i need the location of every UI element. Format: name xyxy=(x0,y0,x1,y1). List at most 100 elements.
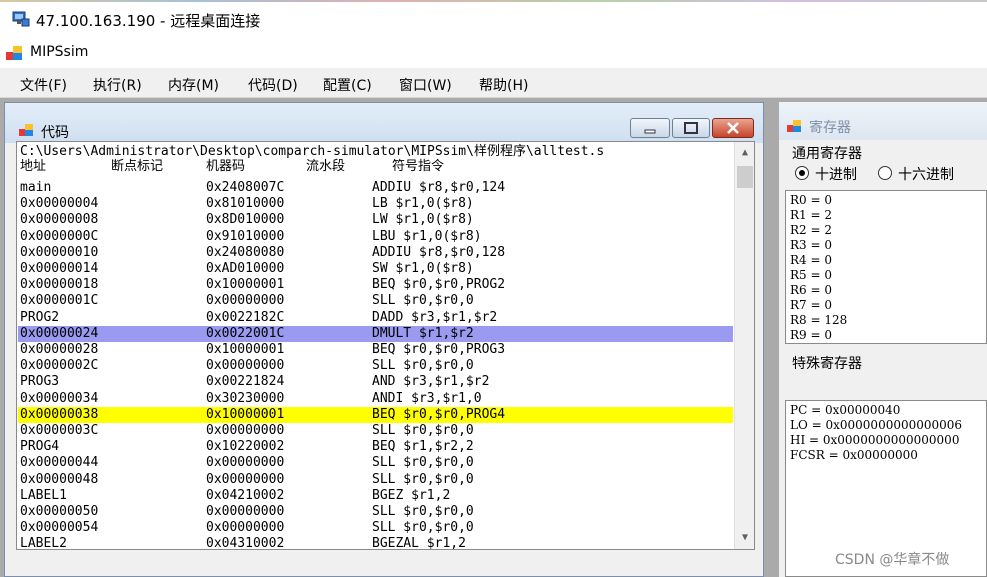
code-row[interactable]: 0x0000000C 0x91010000 LBU $r1,0($r8) xyxy=(18,229,733,245)
code-row[interactable]: 0x00000034 0x30230000 ANDI $r3,$r1,0 xyxy=(18,391,733,407)
file-path: C:\Users\Administrator\Desktop\comparch-… xyxy=(20,144,605,159)
code-row[interactable]: 0x00000044 0x00000000 SLL $r0,$r0,0 xyxy=(18,455,733,471)
vertical-scrollbar[interactable]: ▲ ▼ xyxy=(734,142,754,549)
code-window-titlebar: 代码 xyxy=(5,103,763,143)
menu-window[interactable]: 窗口(W) xyxy=(399,75,452,95)
row-address: 0x00000004 xyxy=(20,196,99,212)
radio-decimal[interactable] xyxy=(795,166,809,180)
code-row[interactable]: main 0x2408007C ADDIU $r8,$r0,124 xyxy=(18,180,733,196)
code-row[interactable]: 0x00000008 0x8D010000 LW $r1,0($r8) xyxy=(18,212,733,228)
code-listing[interactable]: C:\Users\Administrator\Desktop\comparch-… xyxy=(16,141,755,550)
special-registers-label: 特殊寄存器 xyxy=(792,356,862,372)
row-instruction: SLL $r0,$r0,0 xyxy=(372,455,474,471)
row-instruction: ANDI $r3,$r1,0 xyxy=(372,390,482,406)
scroll-up-icon[interactable]: ▲ xyxy=(735,144,754,162)
remote-desktop-title: 47.100.163.190 - 远程桌面连接 xyxy=(36,12,261,30)
row-address: 0x0000001C xyxy=(20,293,99,309)
general-register: R7 = 0 xyxy=(790,298,832,312)
menu-memory[interactable]: 内存(M) xyxy=(168,75,219,95)
menu-code[interactable]: 代码(D) xyxy=(248,75,298,95)
row-address: 0x0000000C xyxy=(20,228,99,244)
row-address: 0x00000018 xyxy=(20,277,99,293)
general-register: R1 = 2 xyxy=(790,208,832,222)
row-address: main xyxy=(20,180,52,195)
row-address: 0x00000050 xyxy=(20,504,99,519)
header-breakpoint: 断点标记 xyxy=(111,159,164,174)
row-machine-code: 0x81010000 xyxy=(206,196,285,212)
menu-file[interactable]: 文件(F) xyxy=(20,75,67,95)
menu-config[interactable]: 配置(C) xyxy=(323,75,372,95)
code-row[interactable]: 0x00000028 0x10000001 BEQ $r0,$r0,PROG3 xyxy=(18,342,733,358)
app-icon xyxy=(6,46,22,60)
register-window-title: 寄存器 xyxy=(809,120,851,136)
code-row[interactable]: 0x00000024 0x0022001C DMULT $r1,$r2 xyxy=(18,325,733,342)
row-machine-code: 0x00221824 xyxy=(206,374,285,390)
row-instruction: AND $r3,$r1,$r2 xyxy=(372,374,490,390)
code-row[interactable]: PROG3 0x00221824 AND $r3,$r1,$r2 xyxy=(18,374,733,390)
radio-hex[interactable] xyxy=(878,166,892,180)
header-instruction: 符号指令 xyxy=(392,159,445,174)
minimize-icon xyxy=(644,129,656,134)
general-registers-label: 通用寄存器 xyxy=(792,146,862,162)
row-address: PROG2 xyxy=(20,309,60,325)
row-machine-code: 0x0022182C xyxy=(206,309,285,325)
row-address: PROG4 xyxy=(20,439,60,455)
code-window-title: 代码 xyxy=(41,125,69,141)
code-row[interactable]: 0x00000038 0x10000001 BEQ $r0,$r0,PROG4 xyxy=(18,406,733,423)
code-row[interactable]: LABEL2 0x04310002 BGEZAL $r1,2 xyxy=(18,536,733,549)
row-machine-code: 0x00000000 xyxy=(206,358,285,374)
remote-desktop-icon xyxy=(12,11,30,27)
register-window-titlebar: 寄存器 xyxy=(779,102,987,140)
watermark: CSDN @华章不做 xyxy=(835,552,950,568)
column-headers: 地址 断点标记 机器码 流水段 符号指令 xyxy=(18,159,733,175)
code-row[interactable]: 0x0000003C 0x00000000 SLL $r0,$r0,0 xyxy=(18,423,733,439)
special-register: PC = 0x00000040 xyxy=(790,403,901,417)
row-instruction: SLL $r0,$r0,0 xyxy=(372,423,474,438)
code-row[interactable]: 0x00000048 0x00000000 SLL $r0,$r0,0 xyxy=(18,472,733,488)
code-row[interactable]: LABEL1 0x04210002 BGEZ $r1,2 xyxy=(18,488,733,504)
code-row[interactable]: 0x00000014 0xAD010000 SW $r1,0($r8) xyxy=(18,261,733,277)
menu-help[interactable]: 帮助(H) xyxy=(479,75,528,95)
row-address: 0x00000038 xyxy=(20,406,99,422)
general-register: R3 = 0 xyxy=(790,238,832,252)
row-instruction: DADD $r3,$r1,$r2 xyxy=(372,309,498,325)
general-register: R2 = 2 xyxy=(790,223,832,237)
row-instruction: SLL $r0,$r0,0 xyxy=(372,293,474,309)
row-instruction: LBU $r1,0($r8) xyxy=(372,228,482,244)
code-row[interactable]: 0x0000002C 0x00000000 SLL $r0,$r0,0 xyxy=(18,358,733,374)
row-instruction: ADDIU $r8,$r0,128 xyxy=(372,244,506,260)
row-instruction: SW $r1,0($r8) xyxy=(372,261,474,276)
code-row[interactable]: 0x00000054 0x00000000 SLL $r0,$r0,0 xyxy=(18,520,733,536)
row-machine-code: 0x00000000 xyxy=(206,471,285,487)
general-register: R5 = 0 xyxy=(790,268,832,282)
header-machine-code: 机器码 xyxy=(206,159,246,174)
row-instruction: DMULT $r1,$r2 xyxy=(372,325,474,341)
maximize-button[interactable] xyxy=(672,118,710,138)
general-register: R8 = 128 xyxy=(790,313,848,327)
row-machine-code: 0x2408007C xyxy=(206,180,285,195)
row-address: 0x00000034 xyxy=(20,390,99,406)
row-machine-code: 0x8D010000 xyxy=(206,212,285,228)
general-registers-list[interactable]: R0 = 0 R1 = 2 R2 = 2 R3 = 0 R4 = 0 R5 = 0 R6 =… xyxy=(785,190,987,344)
code-row[interactable]: 0x00000004 0x81010000 LB $r1,0($r8) xyxy=(18,196,733,212)
code-row[interactable]: PROG4 0x10220002 BEQ $r1,$r2,2 xyxy=(18,439,733,455)
code-row[interactable]: 0x00000050 0x00000000 SLL $r0,$r0,0 xyxy=(18,504,733,520)
code-row[interactable]: 0x00000018 0x10000001 BEQ $r0,$r0,PROG2 xyxy=(18,277,733,293)
register-window-icon xyxy=(787,120,801,132)
row-machine-code: 0x00000000 xyxy=(206,504,285,519)
scroll-down-icon[interactable]: ▼ xyxy=(735,529,754,547)
code-row[interactable]: PROG2 0x0022182C DADD $r3,$r1,$r2 xyxy=(18,310,733,326)
row-machine-code: 0x10000001 xyxy=(206,342,285,357)
close-button[interactable] xyxy=(712,118,754,138)
row-address: 0x00000010 xyxy=(20,244,99,260)
scroll-thumb[interactable] xyxy=(737,166,753,188)
menu-run[interactable]: 执行(R) xyxy=(93,75,142,95)
general-register: R9 = 0 xyxy=(790,328,832,342)
code-row[interactable]: 0x0000001C 0x00000000 SLL $r0,$r0,0 xyxy=(18,293,733,309)
minimize-button[interactable] xyxy=(630,118,670,138)
row-address: PROG3 xyxy=(20,374,60,390)
code-row[interactable]: 0x00000010 0x24080080 ADDIU $r8,$r0,128 xyxy=(18,245,733,261)
row-address: LABEL1 xyxy=(20,487,67,503)
row-machine-code: 0x10220002 xyxy=(206,439,285,455)
row-instruction: BEQ $r0,$r0,PROG2 xyxy=(372,277,506,293)
